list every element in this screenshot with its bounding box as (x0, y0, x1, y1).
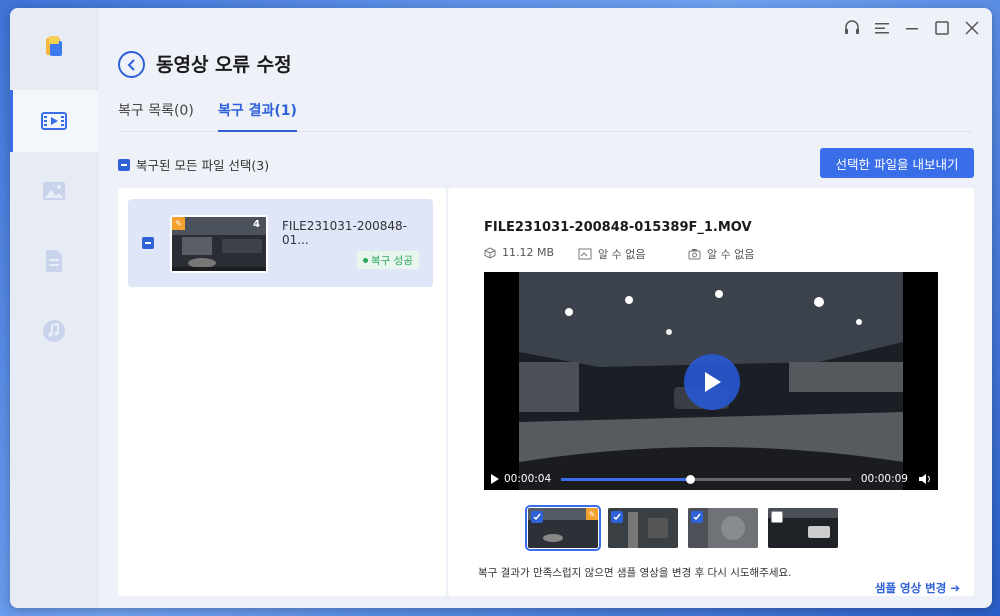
resolution-meta: 알 수 없음 (578, 246, 645, 262)
file-thumbnail: ✎ 4 (170, 215, 268, 273)
app-window: 동영상 오류 수정 복구 목록(0) 복구 결과(1) 복구된 모든 파일 선택… (10, 8, 992, 608)
status-dot-icon (363, 257, 369, 263)
document-repair-icon (46, 250, 62, 272)
progress-knob[interactable] (685, 474, 695, 484)
video-player[interactable]: 00:00:04 00:00:09 (484, 272, 938, 490)
detail-file-name: FILE231031-200848-015389F_1.MOV (484, 220, 752, 235)
sidebar-item-photo[interactable] (10, 160, 98, 222)
status-text: 복구 성공 (371, 254, 413, 267)
resolution-value: 알 수 없음 (598, 248, 646, 261)
play-small-icon[interactable] (490, 473, 500, 485)
sample-checkbox[interactable] (771, 511, 783, 523)
sample-checkbox[interactable] (531, 511, 543, 523)
repaired-badge-icon: ✎ (586, 508, 598, 520)
minimize-icon[interactable] (902, 18, 922, 38)
maximize-icon[interactable] (932, 18, 952, 38)
chevron-left-icon (127, 58, 135, 71)
app-logo-icon (44, 34, 66, 58)
tab-recovery-results[interactable]: 복구 결과(1) (218, 100, 297, 132)
sample-video-list: ✎ (525, 505, 838, 551)
progress-fill (561, 477, 690, 481)
file-name: FILE231031-200848-01... (282, 219, 407, 247)
sample-checkbox[interactable] (611, 511, 623, 523)
change-sample-link[interactable]: 샘플 영상 변경 ➔ (875, 580, 960, 596)
duration: 00:00:09 (860, 473, 908, 485)
tab-recovery-list[interactable]: 복구 목록(0) (118, 100, 194, 130)
file-checkbox[interactable] (142, 237, 154, 249)
progress-bar[interactable] (561, 474, 851, 484)
hint-text: 복구 결과가 만족스럽지 않으면 샘플 영상을 변경 후 다시 시도해주세요. (478, 567, 792, 579)
headset-support-icon[interactable] (842, 18, 862, 38)
export-selected-button[interactable]: 선택한 파일을 내보내기 (820, 148, 974, 178)
current-time: 00:00:04 (504, 473, 552, 485)
close-icon[interactable] (962, 18, 982, 38)
select-all-checkbox[interactable] (118, 158, 130, 171)
page-title: 동영상 오류 수정 (156, 54, 292, 76)
player-controls: 00:00:04 00:00:09 (484, 468, 938, 490)
file-size-meta: 11.12 MB (484, 246, 554, 259)
sample-checkbox[interactable] (691, 511, 703, 523)
video-repair-icon (41, 112, 67, 130)
sample-thumbnail[interactable] (688, 508, 758, 548)
file-list-panel: ✎ 4 FILE231031-200848-01... 복구 성공 (118, 188, 446, 596)
camera-value: 알 수 없음 (707, 248, 755, 261)
audio-repair-icon (43, 320, 65, 342)
sidebar-item-document[interactable] (10, 230, 98, 292)
resolution-icon (578, 248, 592, 260)
thumbnail-count: 4 (253, 219, 260, 230)
photo-repair-icon (43, 182, 65, 200)
camera-meta: 알 수 없음 (688, 246, 754, 262)
cube-icon (484, 246, 496, 259)
play-button[interactable] (684, 354, 740, 410)
repaired-badge-icon: ✎ (172, 217, 185, 230)
select-all-control[interactable]: 복구된 모든 파일 선택(3) (118, 155, 269, 174)
tab-bar: 복구 목록(0) 복구 결과(1) (118, 98, 972, 132)
sidebar-item-audio[interactable] (10, 300, 98, 362)
select-all-label: 복구된 모든 파일 선택(3) (136, 158, 270, 173)
status-badge: 복구 성공 (357, 251, 419, 269)
sidebar-item-video[interactable] (10, 90, 98, 152)
sample-thumbnail[interactable]: ✎ (525, 505, 601, 551)
list-item[interactable]: ✎ 4 FILE231031-200848-01... 복구 성공 (128, 199, 433, 287)
window-controls (842, 18, 982, 38)
back-button[interactable] (118, 51, 145, 78)
play-icon (705, 372, 721, 392)
sample-thumbnail[interactable] (608, 508, 678, 548)
file-size: 11.12 MB (502, 246, 555, 259)
file-detail-panel: FILE231031-200848-015389F_1.MOV 11.12 MB… (448, 188, 974, 596)
camera-icon (688, 249, 701, 260)
menu-icon[interactable] (872, 18, 892, 38)
volume-icon[interactable] (918, 473, 932, 485)
sample-thumbnail[interactable] (768, 508, 838, 548)
sidebar (10, 8, 98, 608)
